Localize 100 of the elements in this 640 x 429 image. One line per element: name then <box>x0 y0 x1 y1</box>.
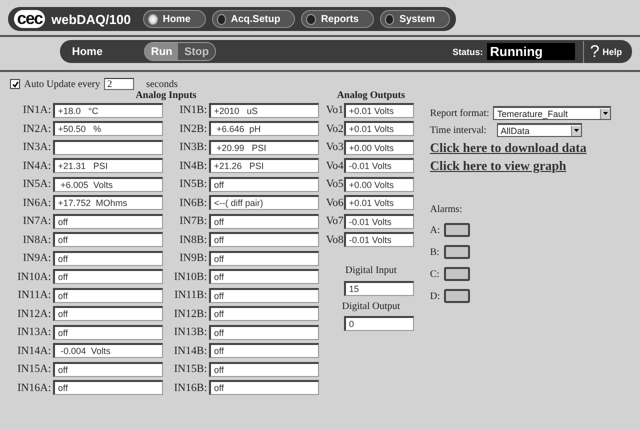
channel-label: IN15B: <box>173 363 208 376</box>
alarm-label: C: <box>430 268 440 280</box>
value-field[interactable]: +0.00 Volts <box>344 176 414 192</box>
download-link[interactable]: Click here to download data <box>430 140 630 156</box>
value-field[interactable]: +0.01 Volts <box>344 195 414 210</box>
value-field[interactable]: off <box>53 306 163 322</box>
value-field[interactable]: +2010 uS <box>209 102 319 118</box>
alarms-title: Alarms: <box>430 204 464 215</box>
channel-label: IN10A: <box>16 270 52 283</box>
logo: cec <box>14 10 46 28</box>
channel-label: IN8A: <box>22 234 52 246</box>
value-field[interactable]: +0.01 Volts <box>344 121 414 136</box>
value-field[interactable]: off <box>53 214 163 229</box>
channel-label: Vo5 <box>326 178 344 190</box>
value-field[interactable]: off <box>53 288 163 303</box>
section-title: Analog Outputs <box>336 90 406 101</box>
value-field[interactable]: +21.31 PSI <box>53 158 163 174</box>
value-field[interactable]: off <box>209 343 319 358</box>
value-field[interactable]: -0.01 Volts <box>344 214 414 229</box>
channel-label: IN1A: <box>22 104 52 116</box>
channel-label: IN5B: <box>178 178 208 190</box>
value-field[interactable]: +18.0 °C <box>53 102 163 118</box>
value-field[interactable]: off <box>209 176 319 192</box>
value-field[interactable]: +20.99 PSI <box>209 140 319 155</box>
value-field[interactable]: +0.00 Volts <box>344 140 414 155</box>
time-interval-dropdown[interactable]: AllData <box>496 123 582 137</box>
channel-label: IN1B: <box>178 104 208 116</box>
nav-tab[interactable]: Reports <box>301 10 374 28</box>
caret-icon <box>603 112 608 115</box>
value-field[interactable]: off <box>53 380 163 396</box>
value-field[interactable]: off <box>209 324 319 340</box>
value-field[interactable]: +17.752 MOhms <box>53 195 163 210</box>
status-label: Status: <box>452 46 484 56</box>
nav-tab[interactable]: Home <box>142 10 206 28</box>
channel-label: IN16A: <box>16 382 52 394</box>
seconds-label: seconds <box>146 78 178 90</box>
channel-label: IN16B: <box>173 382 208 394</box>
value-field[interactable]: off <box>209 232 319 248</box>
channel-label: IN3A: <box>22 141 52 154</box>
channel-label: Vo8 <box>326 234 344 246</box>
alarm-label: B: <box>430 246 440 258</box>
value-field[interactable]: off <box>209 306 319 322</box>
value-field[interactable]: off <box>209 380 319 396</box>
graph-link[interactable]: Click here to view graph <box>430 158 630 174</box>
value-field[interactable]: +6.005 Volts <box>53 176 163 192</box>
value-field[interactable]: -0.01 Volts <box>344 158 414 174</box>
value-field[interactable]: off <box>209 269 319 284</box>
value-field[interactable]: -0.01 Volts <box>344 232 414 248</box>
channel-label: IN14B: <box>173 344 208 357</box>
value-field[interactable]: +21.26 PSI <box>209 158 319 174</box>
value-field[interactable]: 15 <box>344 280 414 296</box>
page-title: Home <box>72 46 104 58</box>
channel-label: Vo3 <box>326 141 344 154</box>
channel-label: IN13A: <box>16 326 52 338</box>
value-field[interactable]: +6.646 pH <box>209 121 319 136</box>
digital-output-label: Digital Output <box>340 300 402 314</box>
channel-label: IN4A: <box>22 160 52 172</box>
value-field[interactable]: +50.50 % <box>53 121 163 136</box>
value-field[interactable]: off <box>53 324 163 340</box>
value-field[interactable]: off <box>209 362 319 377</box>
value-field[interactable] <box>53 140 163 155</box>
report-format-label: Report format: <box>430 108 490 118</box>
status-field: Running <box>487 43 576 60</box>
value-field[interactable]: off <box>209 250 319 266</box>
value-field[interactable]: <--( diff pair) <box>209 195 319 210</box>
value-field[interactable]: off <box>209 214 319 229</box>
channel-label: IN15A: <box>16 363 52 376</box>
nav-tab[interactable]: System <box>380 10 450 28</box>
channel-label: IN3B: <box>178 141 208 154</box>
channel-label: IN7B: <box>178 215 208 228</box>
alarm-label: D: <box>430 290 441 302</box>
channel-label: IN8B: <box>178 234 208 246</box>
channel-label: IN6B: <box>178 196 208 209</box>
channel-label: IN10B: <box>173 270 208 283</box>
channel-label: IN14A: <box>16 344 52 357</box>
value-field[interactable]: off <box>53 269 163 284</box>
channel-label: IN5A: <box>22 178 52 190</box>
nav-tab[interactable]: Acq.Setup <box>212 10 296 28</box>
value-field[interactable]: +0.01 Volts <box>344 102 414 118</box>
value-field[interactable]: -0.004 Volts <box>53 343 163 358</box>
alarm-label: A: <box>430 224 441 236</box>
channel-label: Vo6 <box>326 196 344 209</box>
help-button[interactable]: ? Help <box>583 40 628 62</box>
channel-label: IN4B: <box>178 160 208 172</box>
interval-field[interactable]: 2 <box>104 78 134 90</box>
report-format-dropdown[interactable]: Temerature_Fault <box>493 106 612 120</box>
channel-label: IN9A: <box>22 252 52 264</box>
channel-label: Vo1 <box>326 104 344 116</box>
value-field[interactable]: off <box>53 362 163 377</box>
caret-icon <box>574 129 579 132</box>
auto-update-checkbox[interactable] <box>10 79 20 89</box>
channel-label: IN2A: <box>22 122 52 135</box>
value-field[interactable]: off <box>53 232 163 248</box>
channel-label: Vo7 <box>326 215 344 228</box>
channel-label: IN2B: <box>178 122 208 135</box>
value-field[interactable]: off <box>53 250 163 266</box>
auto-update-label: Auto Update every <box>24 78 100 90</box>
value-field[interactable]: 0 <box>344 316 414 332</box>
value-field[interactable]: off <box>209 288 319 303</box>
channel-label: Vo4 <box>326 160 344 172</box>
